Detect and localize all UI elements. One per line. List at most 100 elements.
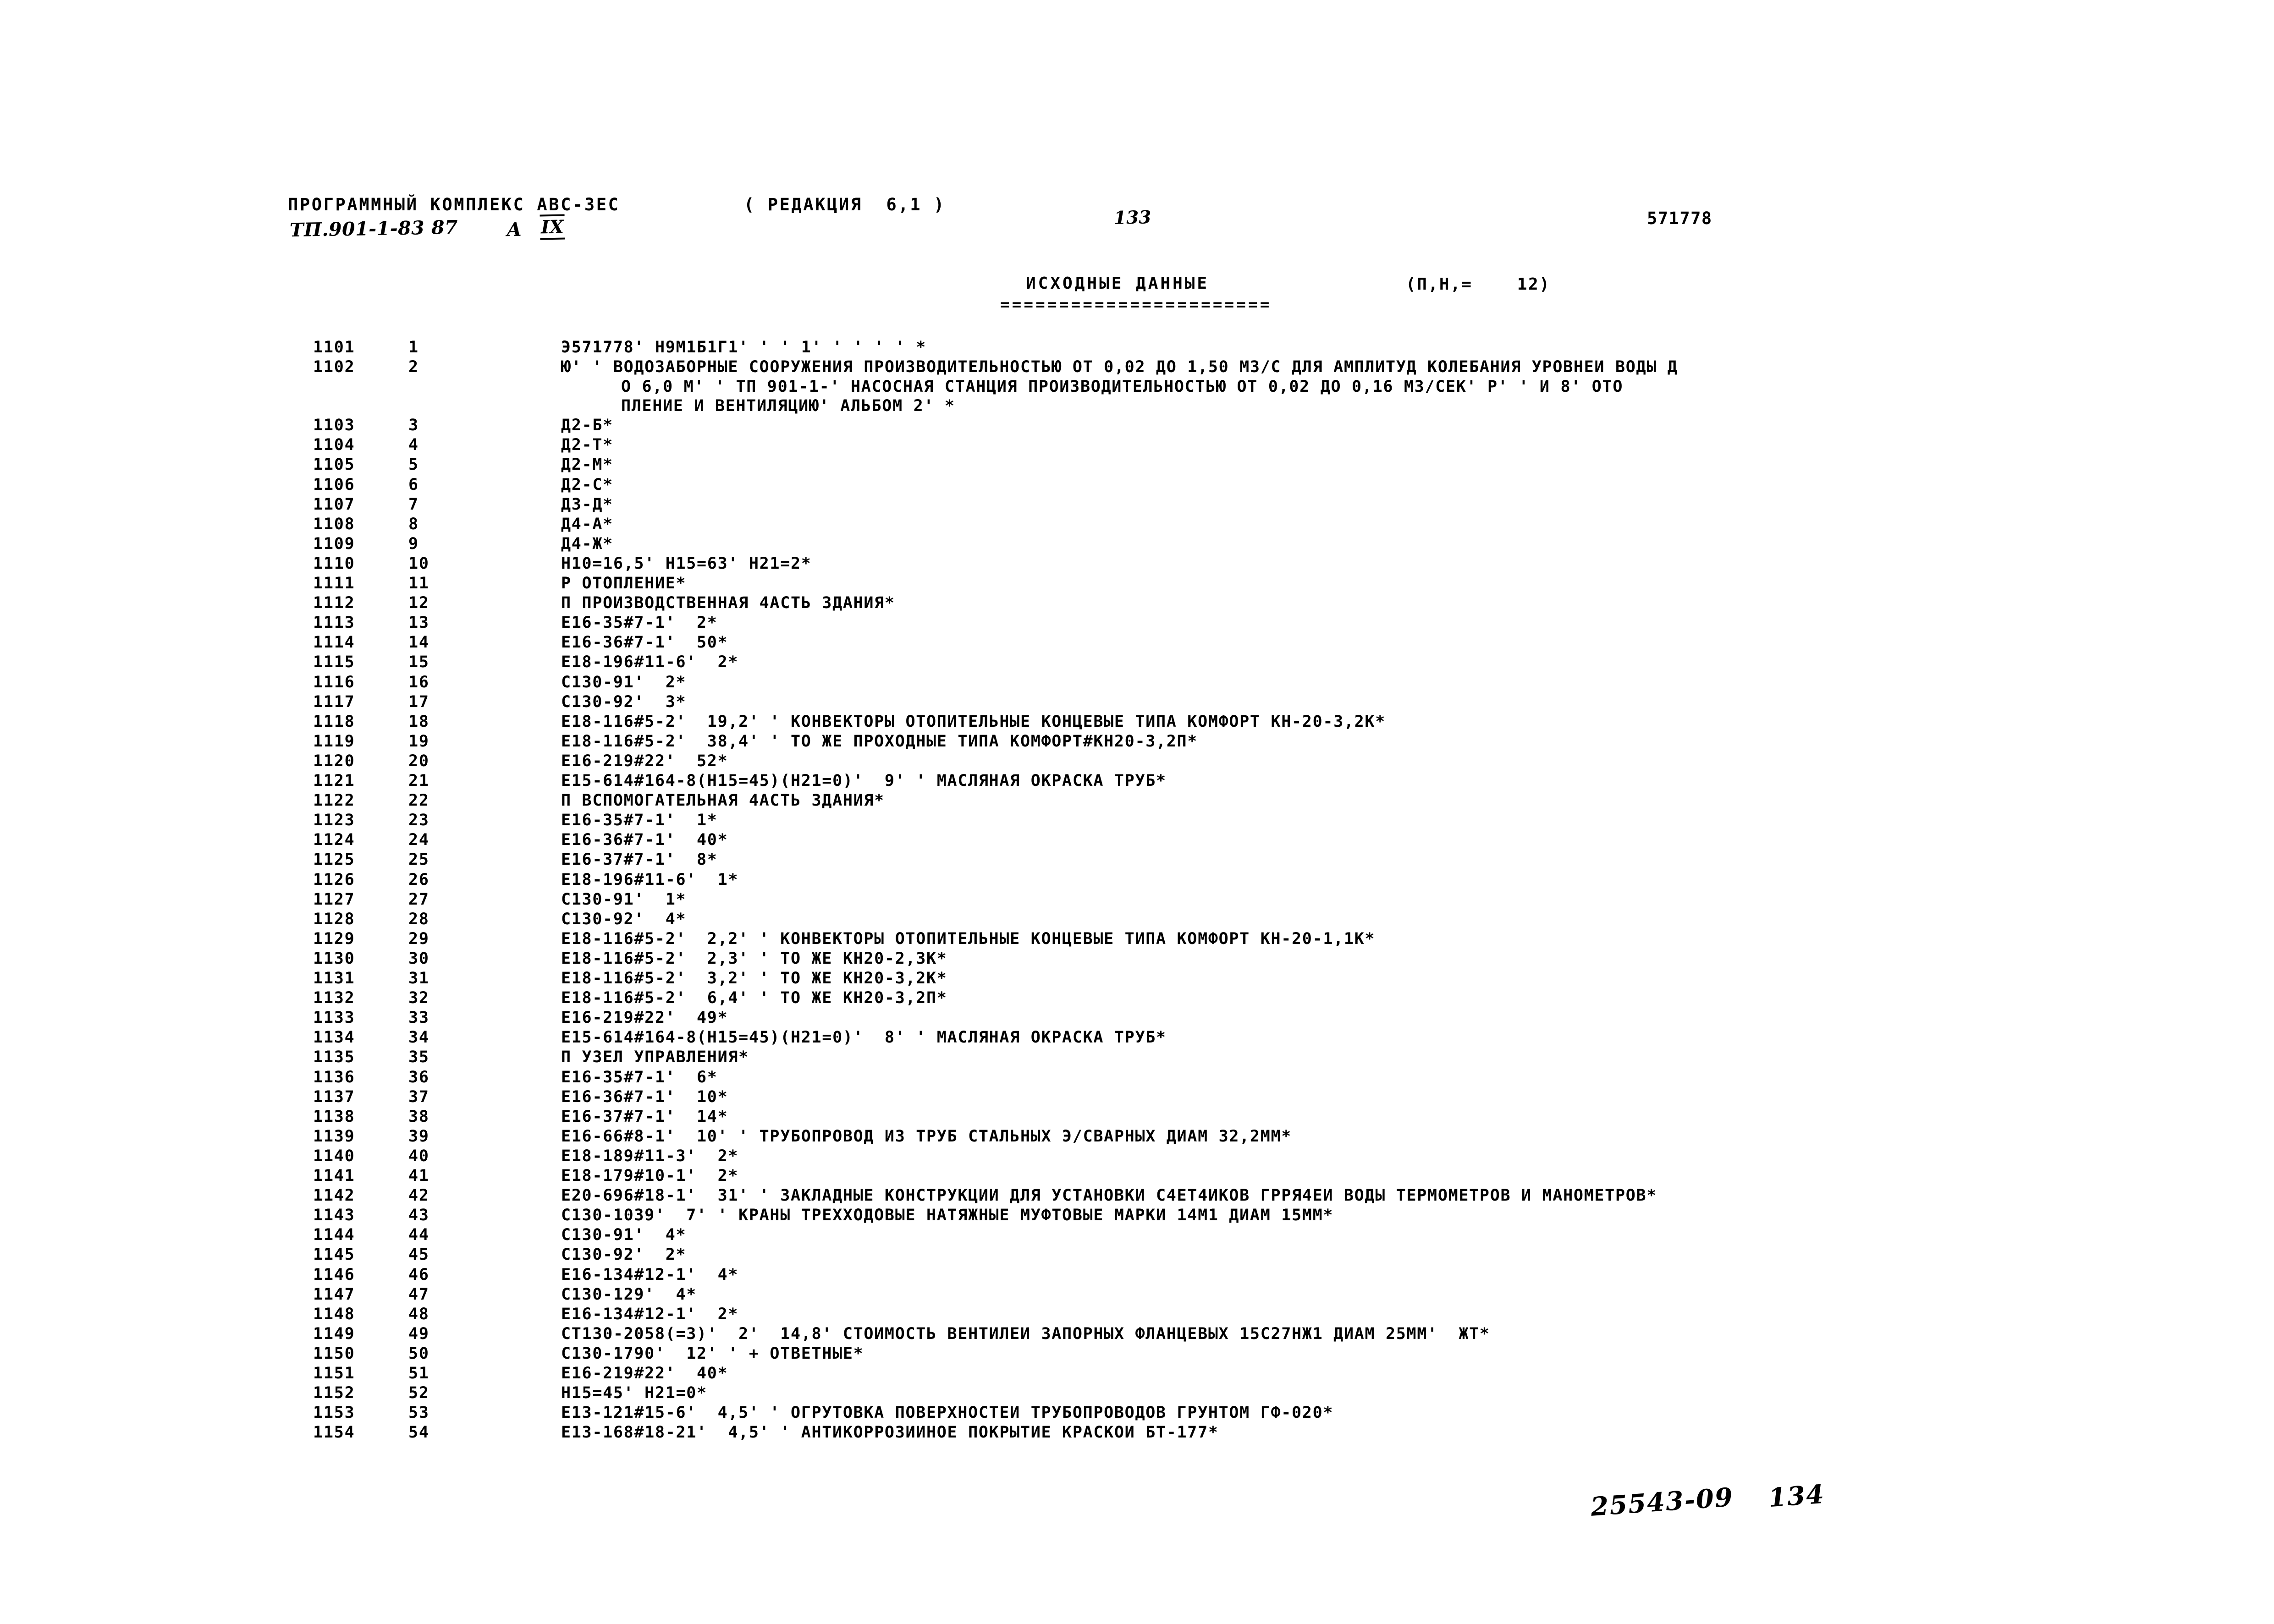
row-data-text: П ПРОИЗВОДСТВЕННАЯ 4АСТЬ ЗДАНИЯ* — [561, 594, 895, 613]
row-index-number: 43 — [408, 1206, 429, 1225]
row-sequence-number: 1122 — [313, 791, 355, 810]
row-data-text: Е18-189#11-3' 2* — [561, 1147, 739, 1165]
row-index-number: 53 — [408, 1404, 429, 1422]
row-index-number: 6 — [408, 475, 419, 494]
row-data-text: Д2-Б* — [561, 416, 613, 435]
row-sequence-number: 1119 — [313, 732, 355, 751]
row-data-text: С130-92' 4* — [561, 910, 687, 928]
row-data-text: Е16-219#22' 49* — [561, 1009, 728, 1027]
row-sequence-number: 1130 — [313, 949, 355, 968]
row-index-number: 12 — [408, 594, 429, 613]
row-sequence-number: 1151 — [313, 1364, 355, 1383]
row-sequence-number: 1141 — [313, 1167, 355, 1185]
row-data-text: С130-1039' 7' ' КРАНЫ ТРЕХХОДОВЫЕ НАТЯЖН… — [561, 1206, 1334, 1225]
row-sequence-number: 1152 — [313, 1384, 355, 1403]
row-data-text: Е16-219#22' 40* — [561, 1364, 728, 1383]
row-sequence-number: 1123 — [313, 811, 355, 830]
row-index-number: 27 — [408, 890, 429, 909]
row-sequence-number: 1149 — [313, 1324, 355, 1343]
row-data-text: С130-91' 4* — [561, 1226, 687, 1245]
row-index-number: 47 — [408, 1285, 429, 1304]
row-index-number: 36 — [408, 1068, 429, 1086]
row-index-number: 17 — [408, 692, 429, 711]
row-sequence-number: 1120 — [313, 752, 355, 770]
row-data-text: Д2-Т* — [561, 436, 613, 455]
tp-designation: ТП.901-1-83 87 — [289, 216, 458, 241]
row-sequence-number: 1108 — [313, 515, 355, 533]
row-data-text: Е16-37#7-1' 8* — [561, 850, 718, 869]
row-index-number: 51 — [408, 1364, 429, 1383]
row-sequence-number: 1146 — [313, 1265, 355, 1284]
row-sequence-number: 1103 — [313, 416, 355, 435]
row-index-number: 35 — [408, 1048, 429, 1067]
row-data-text: Р ОТОПЛЕНИЕ* — [561, 574, 687, 593]
row-index-number: 3 — [408, 416, 419, 435]
row-index-number: 31 — [408, 969, 429, 988]
row-data-text: С130-92' 2* — [561, 1245, 687, 1264]
row-sequence-number: 1150 — [313, 1344, 355, 1363]
row-index-number: 34 — [408, 1028, 429, 1047]
row-sequence-number: 1107 — [313, 495, 355, 514]
row-index-number: 39 — [408, 1127, 429, 1146]
row-sequence-number: 1128 — [313, 910, 355, 928]
row-index-number: 8 — [408, 515, 419, 533]
section-title-underline: ======================= — [1000, 296, 1272, 314]
row-data-text: Е13-168#18-21' 4,5' ' АНТИКОРРОЗИИНОЕ ПО… — [561, 1423, 1219, 1442]
row-index-number: 18 — [408, 712, 429, 731]
row-sequence-number: 1118 — [313, 712, 355, 731]
row-sequence-number: 1131 — [313, 969, 355, 988]
row-data-text: Е20-696#18-1' 31' ' ЗАКЛАДНЫЕ КОНСТРУКЦИ… — [561, 1186, 1657, 1205]
row-data-text: Е18-116#5-2' 38,4' ' ТО ЖЕ ПРОХОДНЫЕ ТИП… — [561, 732, 1198, 751]
row-data-text: Н15=45' Н21=0* — [561, 1384, 707, 1403]
row-sequence-number: 1121 — [313, 772, 355, 790]
row-index-number: 7 — [408, 495, 419, 514]
row-index-number: 48 — [408, 1305, 429, 1323]
row-sequence-number: 1147 — [313, 1285, 355, 1304]
row-data-text: Э571778' Н9М1Б1Г1' ' ' 1' ' ' ' ' * — [561, 338, 927, 357]
row-index-number: 4 — [408, 436, 419, 455]
row-data-text: Н10=16,5' Н15=63' Н21=2* — [561, 554, 812, 573]
row-data-text: С130-1790' 12' ' + ОТВЕТНЫЕ* — [561, 1344, 864, 1363]
row-index-number: 16 — [408, 673, 429, 691]
row-data-text: СТ130-2058(=3)' 2' 14,8' СТОИМОСТЬ ВЕНТИ… — [561, 1324, 1490, 1343]
row-index-number: 20 — [408, 752, 429, 770]
row-sequence-number: 1137 — [313, 1087, 355, 1106]
row-sequence-number: 1125 — [313, 850, 355, 869]
row-data-text: П ВСПОМОГАТЕЛЬНАЯ 4АСТЬ ЗДАНИЯ* — [561, 791, 885, 810]
scanned-document-page: ПРОГРАММНЫЙ КОМПЛЕКС АВС-3ЕС ( РЕДАКЦИЯ … — [0, 0, 2274, 1624]
album-roman-numeral: IX — [540, 214, 565, 240]
row-data-text: С130-91' 2* — [561, 673, 687, 691]
row-sequence-number: 1133 — [313, 1009, 355, 1027]
row-index-number: 21 — [408, 772, 429, 790]
row-sequence-number: 1111 — [313, 574, 355, 593]
row-data-text: Е18-116#5-2' 2,2' ' КОНВЕКТОРЫ ОТОПИТЕЛЬ… — [561, 929, 1376, 948]
row-index-number: 22 — [408, 791, 429, 810]
row-data-text: Е18-116#5-2' 3,2' ' ТО ЖЕ КН20-3,2К* — [561, 969, 947, 988]
row-data-text: Е16-35#7-1' 6* — [561, 1068, 718, 1086]
row-index-number: 30 — [408, 949, 429, 968]
row-sequence-number: 1115 — [313, 653, 355, 672]
row-sequence-number: 1112 — [313, 594, 355, 613]
row-index-number: 33 — [408, 1009, 429, 1027]
row-index-number: 52 — [408, 1384, 429, 1403]
row-sequence-number: 1109 — [313, 534, 355, 553]
row-data-text: Е16-134#12-1' 2* — [561, 1305, 739, 1323]
row-sequence-number: 1110 — [313, 554, 355, 573]
row-data-text: Е18-116#5-2' 2,3' ' ТО ЖЕ КН20-2,3К* — [561, 949, 947, 968]
row-index-number: 28 — [408, 910, 429, 928]
row-index-number: 32 — [408, 989, 429, 1008]
revision-label: ( РЕДАКЦИЯ 6,1 ) — [744, 195, 946, 214]
row-data-text: С130-129' 4* — [561, 1285, 697, 1304]
row-sequence-number: 1138 — [313, 1107, 355, 1126]
row-continuation-text: ПЛЕНИЕ И ВЕНТИЛЯЦИЮ' АЛЬБОМ 2' * — [621, 397, 955, 416]
row-sequence-number: 1126 — [313, 870, 355, 889]
row-sequence-number: 1116 — [313, 673, 355, 691]
row-data-text: П УЗЕЛ УПРАВЛЕНИЯ* — [561, 1048, 749, 1067]
row-sequence-number: 1105 — [313, 455, 355, 474]
row-data-text: Е16-35#7-1' 1* — [561, 811, 718, 830]
row-data-text: Е16-134#12-1' 4* — [561, 1265, 739, 1284]
row-index-number: 42 — [408, 1186, 429, 1205]
row-data-text: Е15-614#164-8(Н15=45)(Н21=0)' 8' ' МАСЛЯ… — [561, 1028, 1167, 1047]
row-data-text: Е18-116#5-2' 6,4' ' ТО ЖЕ КН20-3,2П* — [561, 989, 947, 1008]
row-index-number: 29 — [408, 929, 429, 948]
